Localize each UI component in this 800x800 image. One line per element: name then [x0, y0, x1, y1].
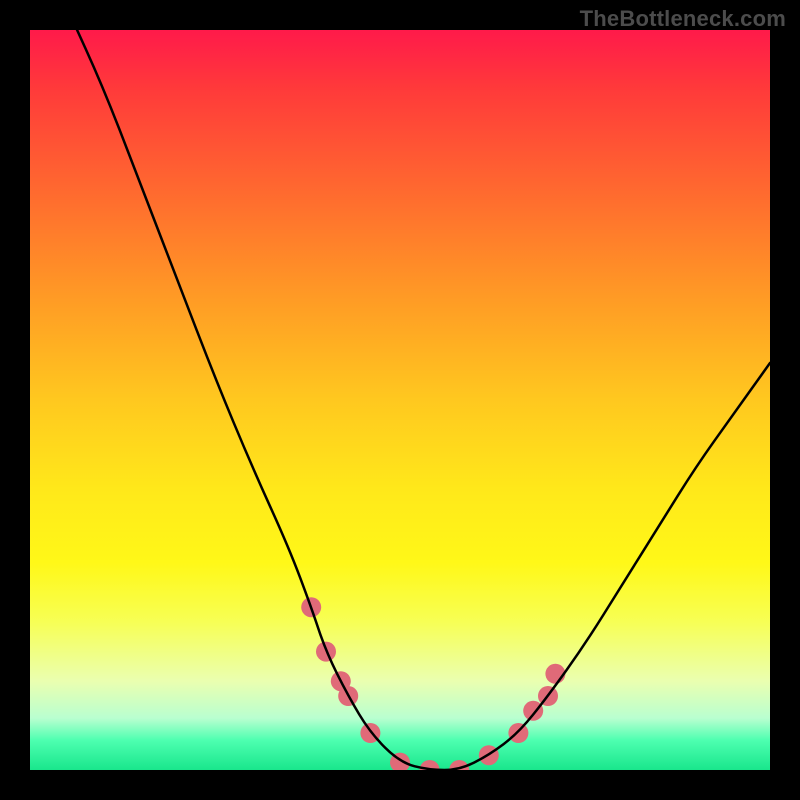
- watermark-text: TheBottleneck.com: [580, 6, 786, 32]
- highlight-dot: [508, 723, 528, 743]
- bottleneck-curve-line: [67, 30, 770, 770]
- chart-plot-area: [30, 30, 770, 770]
- chart-svg: [30, 30, 770, 770]
